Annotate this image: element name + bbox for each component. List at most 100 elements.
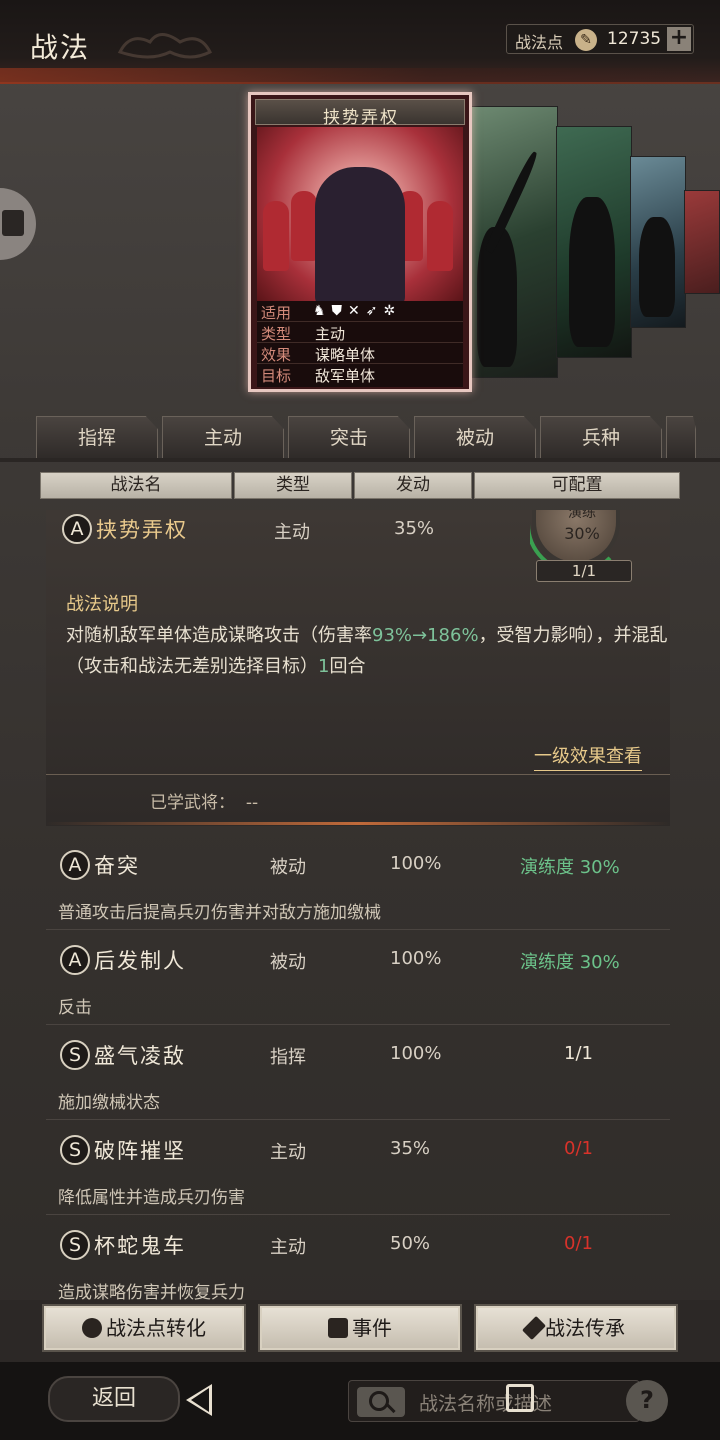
grade-badge: S: [60, 1135, 90, 1165]
tactic-name: 挟势弄权: [96, 518, 188, 542]
header-glow: [0, 68, 720, 84]
tactic-points-value: 12735: [607, 29, 662, 49]
tab-label: 兵种: [581, 427, 620, 449]
damage-rate-highlight: 93%→186%: [372, 625, 479, 646]
tactic-type: 被动: [270, 952, 306, 973]
tab-command[interactable]: 指挥: [36, 416, 158, 460]
tab-label: 被动: [455, 427, 494, 449]
expanded-tactic-item[interactable]: A 挟势弄权 主动 35% 演练 30% 1/1 战法说明 对随机敌军单体造成谋…: [46, 510, 670, 826]
tactic-name: 奋突: [94, 854, 140, 878]
description-part: 回合: [329, 656, 366, 677]
view-level-effect-link[interactable]: 一级效果查看: [534, 742, 642, 771]
card-info-key: 适用: [261, 304, 292, 322]
card-info-row-applicable: 适用 ♞⛊✕➶✲: [257, 301, 463, 322]
event-button[interactable]: 事件: [258, 1304, 462, 1352]
carousel-card-next-3[interactable]: [630, 156, 686, 328]
help-button[interactable]: ?: [626, 1380, 668, 1422]
side-menu-button[interactable]: [0, 188, 36, 260]
tactic-name: 后发制人: [94, 949, 186, 973]
tab-label: 指挥: [77, 427, 116, 449]
tactic-name: 破阵摧坚: [94, 1139, 186, 1163]
search-input[interactable]: 战法名称或描述: [348, 1380, 640, 1422]
tactic-type: 主动: [270, 1142, 306, 1163]
selected-tactic-card[interactable]: 挟势弄权 适用 ♞⛊✕➶✲ 类型 主动 效果 谋略单体 目标 敌军单体: [248, 92, 472, 392]
tactic-list[interactable]: A 挟势弄权 主动 35% 演练 30% 1/1 战法说明 对随机敌军单体造成谋…: [46, 510, 670, 1300]
practice-label: 演练: [568, 510, 596, 521]
action-bar: 战法点转化 事件 战法传承: [0, 1300, 720, 1362]
tactic-name: 杯蛇鬼车: [94, 1234, 186, 1258]
tactic-type: 被动: [270, 857, 306, 878]
system-recents-icon[interactable]: [506, 1384, 534, 1412]
card-info-row-target: 目标 敌军单体: [257, 364, 463, 385]
column-header-config[interactable]: 可配置: [474, 472, 680, 499]
troop-type-icons: ♞⛊✕➶✲: [313, 303, 402, 319]
tab-label: 突击: [329, 427, 368, 449]
description-part: 对随机敌军单体造成谋略攻击（伤害率: [66, 625, 372, 646]
list-item[interactable]: S 盛气凌敌 指挥 100% 1/1 施加缴械状态: [46, 1026, 670, 1120]
cloud-ornament-icon: [117, 33, 213, 59]
card-info-value: 谋略单体: [315, 346, 376, 364]
bottom-nav: 返回 战法名称或描述 ?: [0, 1362, 720, 1440]
add-points-button[interactable]: +: [667, 27, 691, 51]
column-headers: 战法名 类型 发动 可配置: [40, 472, 680, 500]
card-title-bar: 挟势弄权: [255, 99, 465, 128]
tactic-rate: 35%: [394, 518, 435, 539]
tactic-rate: 100%: [390, 1043, 442, 1064]
card-info-key: 类型: [261, 325, 292, 343]
tab-active[interactable]: 主动: [162, 416, 284, 460]
tactic-name: 盛气凌敌: [94, 1044, 186, 1068]
tab-divider: [0, 458, 720, 462]
system-back-icon[interactable]: [186, 1384, 212, 1416]
tactic-points-label: 战法点: [515, 33, 564, 52]
tactic-type: 指挥: [270, 1047, 306, 1068]
flame-icon: [82, 1318, 102, 1338]
tactic-rate: 100%: [390, 853, 442, 874]
learned-generals: 已学武将： --: [150, 788, 258, 813]
list-item[interactable]: S 破阵摧坚 主动 35% 0/1 降低属性并造成兵刃伤害: [46, 1121, 670, 1215]
list-item[interactable]: A 奋突 被动 100% 演练度 30% 普通攻击后提高兵刃伤害并对敌方施加缴械: [46, 836, 670, 930]
grade-badge: A: [60, 945, 90, 975]
inherit-button[interactable]: 战法传承: [474, 1304, 678, 1352]
list-item[interactable]: A 后发制人 被动 100% 演练度 30% 反击: [46, 931, 670, 1025]
tactic-config: 演练度 30%: [520, 857, 620, 878]
description-title: 战法说明: [66, 594, 138, 615]
card-info-value: 敌军单体: [315, 367, 376, 385]
tab-more[interactable]: [666, 416, 696, 460]
card-info-key: 效果: [261, 346, 292, 364]
back-button[interactable]: 返回: [48, 1376, 180, 1422]
tactic-summary: 降低属性并造成兵刃伤害: [58, 1188, 245, 1208]
carousel-card-next-2[interactable]: [556, 126, 632, 358]
search-icon[interactable]: [357, 1387, 405, 1417]
tab-passive[interactable]: 被动: [414, 416, 536, 460]
description-text: 对随机敌军单体造成谋略攻击（伤害率93%→186%，受智力影响），并混乱（攻击和…: [66, 620, 670, 682]
tactic-points-display: 战法点 ✎ 12735 +: [506, 24, 694, 54]
tactic-config: 0/1: [564, 1233, 593, 1254]
tactic-type: 主动: [270, 1237, 306, 1258]
tab-assault[interactable]: 突击: [288, 416, 410, 460]
column-header-type[interactable]: 类型: [234, 472, 352, 499]
expanded-bottom-glow: [46, 822, 670, 825]
tactic-config: 1/1: [564, 1043, 593, 1064]
grade-badge: S: [60, 1040, 90, 1070]
config-count: 1/1: [536, 560, 632, 582]
learned-label: 已学武将：: [150, 793, 235, 813]
card-info-row-type: 类型 主动: [257, 322, 463, 343]
tactic-card-carousel[interactable]: 挟势弄权 适用 ♞⛊✕➶✲ 类型 主动 效果 谋略单体 目标 敌军单体: [0, 84, 720, 414]
convert-points-button[interactable]: 战法点转化: [42, 1304, 246, 1352]
list-item[interactable]: S 杯蛇鬼车 主动 50% 0/1 造成谋略伤害并恢复兵力: [46, 1216, 670, 1300]
carousel-card-next-4[interactable]: [684, 190, 720, 294]
card-info-row-effect: 效果 谋略单体: [257, 343, 463, 364]
tab-troop[interactable]: 兵种: [540, 416, 662, 460]
grade-badge: S: [60, 1230, 90, 1260]
learned-value: --: [245, 793, 259, 813]
card-title: 挟势弄权: [323, 108, 399, 128]
grade-badge: A: [60, 850, 90, 880]
tactics-screen: 战法 战法点 ✎ 12735 + 挟势弄权 适用 ♞⛊✕➶✲ 类型 主动 效果 …: [0, 0, 720, 1440]
practice-percent: 30%: [564, 524, 600, 543]
tactic-rate: 100%: [390, 948, 442, 969]
column-header-name[interactable]: 战法名: [40, 472, 232, 499]
tactic-summary: 施加缴械状态: [58, 1093, 160, 1113]
carousel-card-next-1[interactable]: [466, 106, 558, 378]
button-label: 事件: [352, 1316, 392, 1340]
column-header-rate[interactable]: 发动: [354, 472, 472, 499]
